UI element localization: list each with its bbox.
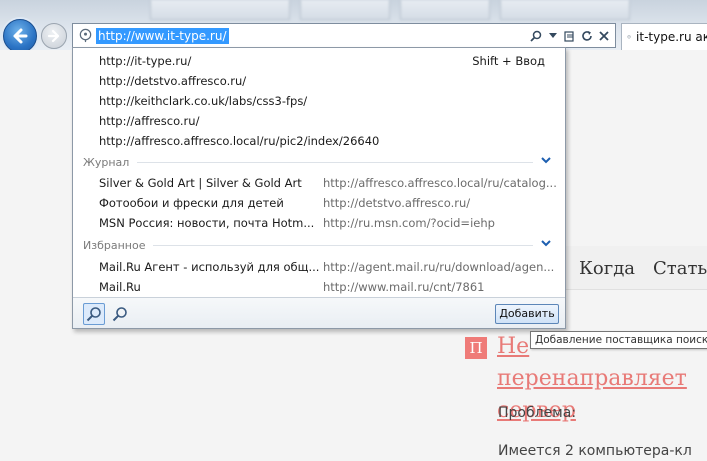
history-url: http://detstvo.affresco.ru/ [323, 196, 471, 210]
favorite-title: Mail.Ru [99, 280, 141, 294]
history-item[interactable]: Фотообои и фрески для детей http://detst… [99, 193, 470, 213]
suggestion-item[interactable]: http://affresco.ru/ [99, 111, 199, 131]
suggestion-item[interactable]: http://it-type.ru/ [99, 51, 191, 71]
favorite-title: Mail.Ru Агент - используй для общ... [99, 260, 320, 274]
site-icon [627, 35, 631, 39]
favorites-heading: Избранное [83, 238, 146, 252]
tab-active[interactable]: it-type.ru ак [621, 23, 707, 50]
forward-button[interactable] [41, 23, 67, 49]
arrow-right-icon [47, 29, 60, 43]
search-providers-bar: Добавить [73, 297, 565, 328]
suggestion-item[interactable]: http://keithclark.co.uk/labs/css3-fps/ [99, 91, 307, 111]
back-button[interactable] [3, 19, 37, 53]
shortcut-hint: Shift + Ввод [472, 54, 545, 68]
search-icon [86, 307, 101, 322]
address-bar[interactable]: http://www.it-type.ru/ [72, 23, 616, 48]
close-icon[interactable] [597, 28, 611, 44]
problem-label: Проблема: [498, 405, 577, 421]
history-url: http://affresco.affresco.local/ru/catalo… [323, 176, 557, 190]
dropdown-arrow-icon[interactable] [546, 28, 560, 44]
history-url: http://ru.msn.com/?ocid=iehp [323, 216, 495, 230]
address-autocomplete-dropdown: Shift + Ввод http://it-type.ru/ http://d… [72, 47, 566, 329]
history-title: Silver & Gold Art | Silver & Gold Art [99, 176, 302, 190]
suggestion-item[interactable]: http://affresco.affresco.local/ru/pic2/i… [99, 131, 379, 151]
background-tabs [150, 0, 630, 22]
search-icon[interactable] [529, 28, 543, 44]
history-title: Фотообои и фрески для детей [99, 196, 284, 210]
suggestion-url: http://affresco.affresco.local/ru/pic2/i… [99, 134, 380, 148]
suggestion-url: http://detstvo.affresco.ru/ [99, 74, 247, 88]
favorite-url: http://www.mail.ru/cnt/7861 [323, 280, 485, 294]
menu-item-when[interactable]: Когда [579, 258, 635, 279]
address-url[interactable]: http://www.it-type.ru/ [96, 28, 229, 44]
search-icon [112, 307, 127, 322]
post-description: Имеется 2 компьютера-кл [498, 443, 692, 459]
chevron-down-icon[interactable] [541, 157, 551, 167]
history-title: MSN Россия: новости, почта Hotm... [99, 216, 315, 230]
favorite-item[interactable]: Mail.Ru http://www.mail.ru/cnt/7861 [99, 277, 485, 297]
history-item[interactable]: Silver & Gold Art | Silver & Gold Art ht… [99, 173, 557, 193]
menu-item-articles[interactable]: Статьи [653, 258, 707, 279]
history-heading: Журнал [83, 155, 130, 169]
history-item[interactable]: MSN Россия: новости, почта Hotm... http:… [99, 213, 495, 233]
search-provider[interactable] [109, 303, 131, 325]
history-section-header[interactable]: Журнал [83, 154, 551, 170]
suggestion-item[interactable]: http://detstvo.affresco.ru/ [99, 71, 246, 91]
favorite-url: http://agent.mail.ru/ru/download/agen... [323, 260, 555, 274]
add-provider-tooltip: Добавление поставщика поиска [530, 331, 707, 349]
site-icon [79, 28, 92, 43]
arrow-left-icon [13, 28, 28, 44]
favorites-section-header[interactable]: Избранное [83, 237, 551, 253]
add-provider-button[interactable]: Добавить [495, 304, 559, 324]
address-tools [529, 27, 611, 45]
compatibility-icon[interactable] [563, 28, 577, 44]
chevron-down-icon[interactable] [541, 240, 551, 250]
post-badge: П [465, 337, 487, 359]
refresh-icon[interactable] [580, 28, 594, 44]
search-provider-active[interactable] [83, 303, 105, 325]
browser-toolbar: http://www.it-type.ru/ it-type.ru ак [0, 0, 707, 53]
tab-title: it-type.ru ак [636, 30, 707, 44]
suggestion-url: http://it-type.ru/ [99, 54, 192, 68]
suggestion-url: http://affresco.ru/ [99, 114, 200, 128]
suggestion-url: http://keithclark.co.uk/labs/css3-fps/ [99, 94, 308, 108]
favorite-item[interactable]: Mail.Ru Агент - используй для общ... htt… [99, 257, 554, 277]
